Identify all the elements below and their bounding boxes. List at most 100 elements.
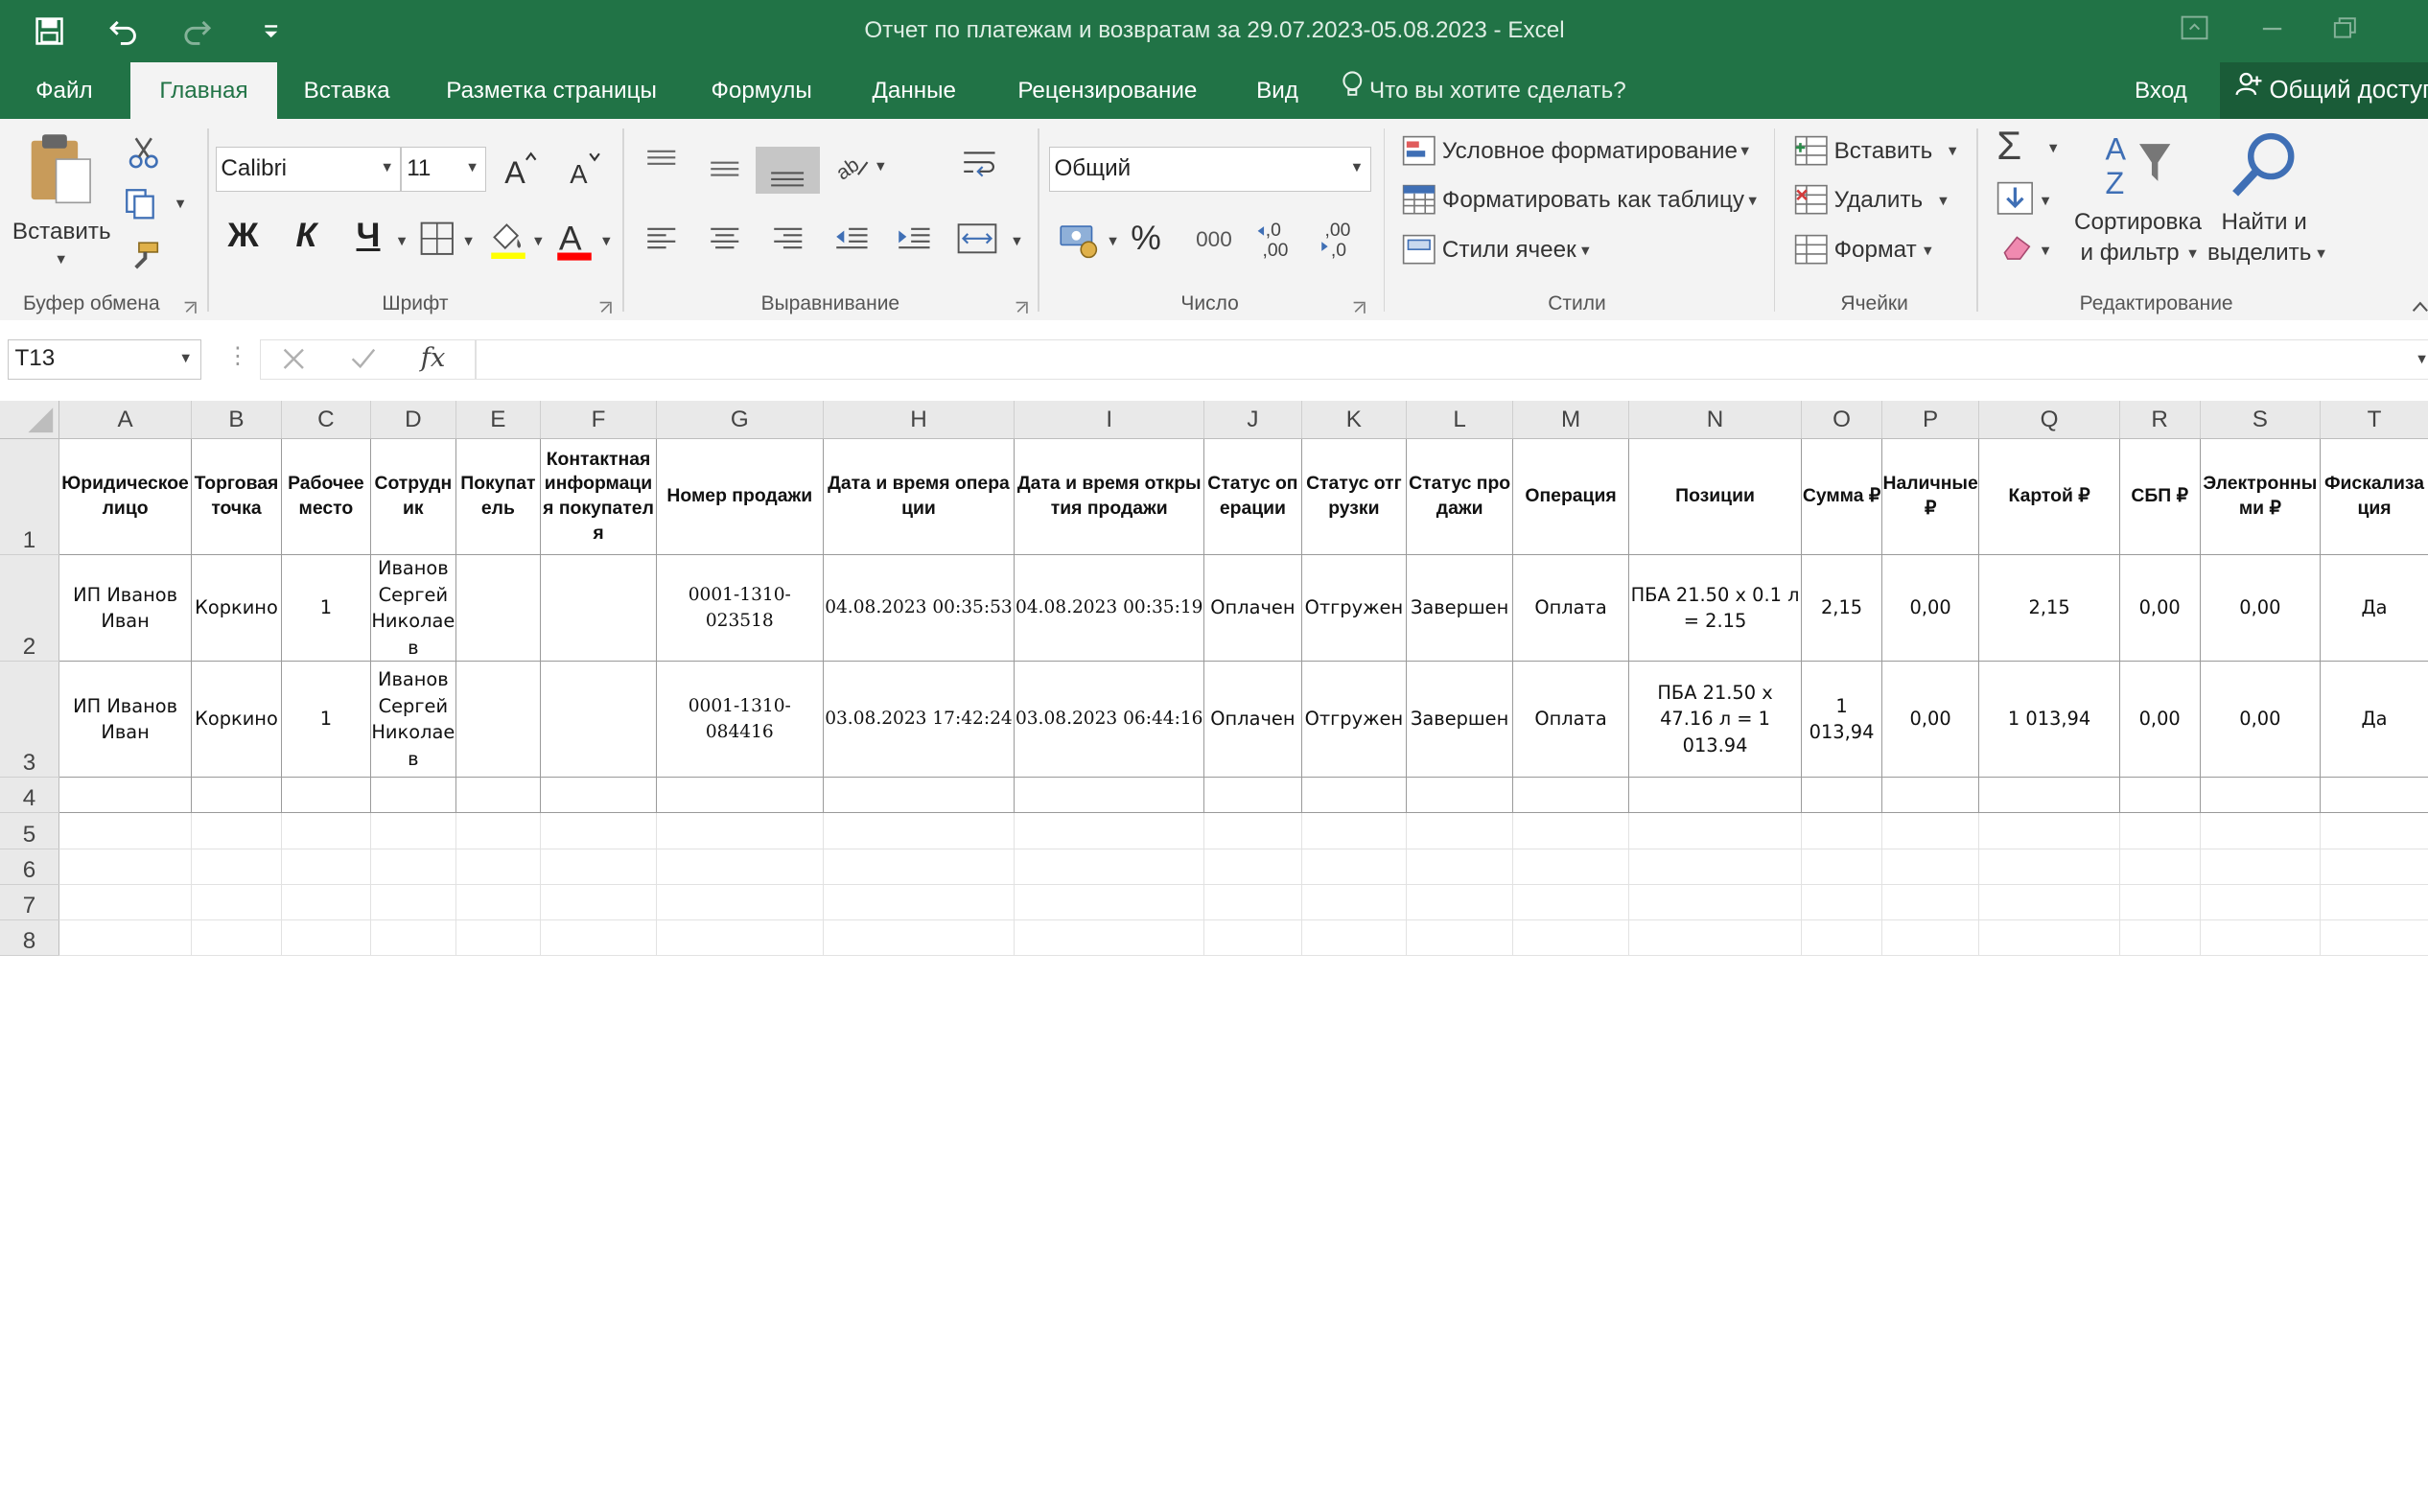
clipboard-launcher-icon[interactable] xyxy=(183,294,198,314)
empty-cell[interactable] xyxy=(370,812,456,849)
header-cell[interactable]: Электронными ₽ xyxy=(2199,438,2322,556)
format-cells-label[interactable]: Формат xyxy=(1834,237,1917,264)
empty-cell[interactable] xyxy=(1014,777,1205,814)
column-header-q[interactable]: Q xyxy=(1978,401,2120,440)
font-size-dropdown-icon[interactable]: ▼ xyxy=(465,148,479,190)
font-color-dropdown-icon[interactable]: ▼ xyxy=(599,234,613,249)
tab-insert[interactable]: Вставка xyxy=(274,62,419,120)
header-cell[interactable]: СБП ₽ xyxy=(2118,438,2201,556)
empty-cell[interactable] xyxy=(2199,777,2322,814)
fill-icon[interactable] xyxy=(1996,181,2034,222)
empty-cell[interactable] xyxy=(540,812,657,849)
empty-cell[interactable] xyxy=(2200,919,2322,956)
empty-cell[interactable] xyxy=(1627,777,1803,814)
header-cell[interactable]: Статус отгрузки xyxy=(1300,438,1408,556)
data-cell[interactable]: Коркино xyxy=(191,554,282,663)
empty-cell[interactable] xyxy=(2320,884,2428,920)
header-cell[interactable]: Покупатель xyxy=(455,438,542,556)
format-table-dropdown-icon[interactable]: ▼ xyxy=(1746,194,1760,209)
empty-cell[interactable] xyxy=(2200,849,2322,885)
row-header[interactable]: 5 xyxy=(0,812,59,849)
header-cell[interactable]: Торговая точка xyxy=(191,438,282,556)
empty-cell[interactable] xyxy=(656,849,824,885)
empty-cell[interactable] xyxy=(1881,919,1980,956)
column-header-p[interactable]: P xyxy=(1881,401,1980,440)
copy-icon[interactable] xyxy=(124,187,161,228)
empty-cell[interactable] xyxy=(1978,849,2120,885)
accounting-format-icon[interactable] xyxy=(1058,219,1101,266)
header-cell[interactable]: Позиции xyxy=(1627,438,1803,556)
empty-cell[interactable] xyxy=(1801,777,1882,814)
empty-cell[interactable] xyxy=(1978,884,2120,920)
empty-cell[interactable] xyxy=(656,884,824,920)
empty-cell[interactable] xyxy=(370,849,456,885)
data-cell[interactable]: 1 xyxy=(280,554,372,663)
share-button[interactable]: Общий доступ xyxy=(2219,61,2428,120)
column-header-m[interactable]: M xyxy=(1512,401,1629,440)
empty-cell[interactable] xyxy=(58,777,193,814)
empty-cell[interactable] xyxy=(2200,812,2322,849)
empty-cell[interactable] xyxy=(191,919,282,956)
column-header-l[interactable]: L xyxy=(1406,401,1514,440)
data-cell[interactable] xyxy=(455,554,542,663)
empty-cell[interactable] xyxy=(455,777,542,814)
empty-cell[interactable] xyxy=(1512,777,1629,814)
empty-cell[interactable] xyxy=(1300,777,1408,814)
conditional-dropdown-icon[interactable]: ▼ xyxy=(1738,144,1751,159)
empty-cell[interactable] xyxy=(1203,777,1302,814)
empty-cell[interactable] xyxy=(2119,812,2201,849)
data-cell[interactable]: 0001-1310-084416 xyxy=(655,661,824,779)
row-header[interactable]: 2 xyxy=(0,554,59,663)
header-cell[interactable]: Рабочее место xyxy=(280,438,372,556)
data-cell[interactable]: 0,00 xyxy=(2118,661,2201,779)
empty-cell[interactable] xyxy=(1301,849,1408,885)
empty-cell[interactable] xyxy=(281,849,372,885)
data-cell[interactable]: 0,00 xyxy=(2199,554,2322,663)
find-select-label-1[interactable]: Найти и xyxy=(2221,209,2306,236)
empty-cell[interactable] xyxy=(2118,777,2201,814)
empty-cell[interactable] xyxy=(281,812,372,849)
empty-cell[interactable] xyxy=(1406,919,1514,956)
font-launcher-icon[interactable] xyxy=(598,294,613,314)
empty-cell[interactable] xyxy=(540,777,657,814)
empty-cell[interactable] xyxy=(1203,812,1302,849)
cut-icon[interactable] xyxy=(127,135,161,176)
empty-cell[interactable] xyxy=(455,884,542,920)
empty-cell[interactable] xyxy=(1014,849,1205,885)
accounting-dropdown-icon[interactable]: ▼ xyxy=(1106,234,1119,249)
delete-cells-label[interactable]: Удалить xyxy=(1834,187,1923,214)
tab-formulas[interactable]: Формулы xyxy=(682,62,842,120)
empty-cell[interactable] xyxy=(2320,777,2428,814)
empty-cell[interactable] xyxy=(455,812,542,849)
row-header[interactable]: 1 xyxy=(0,438,59,556)
empty-cell[interactable] xyxy=(1628,849,1803,885)
formula-input[interactable] xyxy=(475,338,2428,380)
delete-cells-icon[interactable] xyxy=(1794,184,1829,221)
empty-cell[interactable] xyxy=(191,812,282,849)
data-cell[interactable]: 04.08.2023 00:35:19 xyxy=(1014,554,1205,663)
font-name-select[interactable]: Calibri ▼ xyxy=(215,147,402,193)
tab-home[interactable]: Главная xyxy=(129,61,278,120)
conditional-formatting-label[interactable]: Условное форматирование xyxy=(1442,138,1738,165)
wrap-text-icon[interactable] xyxy=(961,147,1001,191)
data-cell[interactable] xyxy=(455,661,542,779)
align-bottom-icon[interactable] xyxy=(756,147,820,194)
empty-cell[interactable] xyxy=(2200,884,2322,920)
data-cell[interactable]: 2,15 xyxy=(1978,554,2120,663)
empty-cell[interactable] xyxy=(1880,777,1980,814)
column-header-j[interactable]: J xyxy=(1203,401,1302,440)
autosum-dropdown-icon[interactable]: ▼ xyxy=(2046,141,2060,156)
column-header-f[interactable]: F xyxy=(540,401,657,440)
empty-cell[interactable] xyxy=(1301,812,1408,849)
empty-cell[interactable] xyxy=(370,884,456,920)
column-header-a[interactable]: A xyxy=(58,401,193,440)
data-cell[interactable]: Оплата xyxy=(1512,661,1629,779)
header-cell[interactable]: Юридическое лицо xyxy=(58,438,193,556)
empty-cell[interactable] xyxy=(1978,919,2120,956)
minimize-icon[interactable] xyxy=(2258,15,2289,46)
empty-cell[interactable] xyxy=(1881,812,1980,849)
empty-cell[interactable] xyxy=(2320,849,2428,885)
empty-cell[interactable] xyxy=(823,849,1016,885)
empty-cell[interactable] xyxy=(2119,884,2201,920)
name-box-dropdown-icon[interactable]: ▼ xyxy=(179,340,193,378)
